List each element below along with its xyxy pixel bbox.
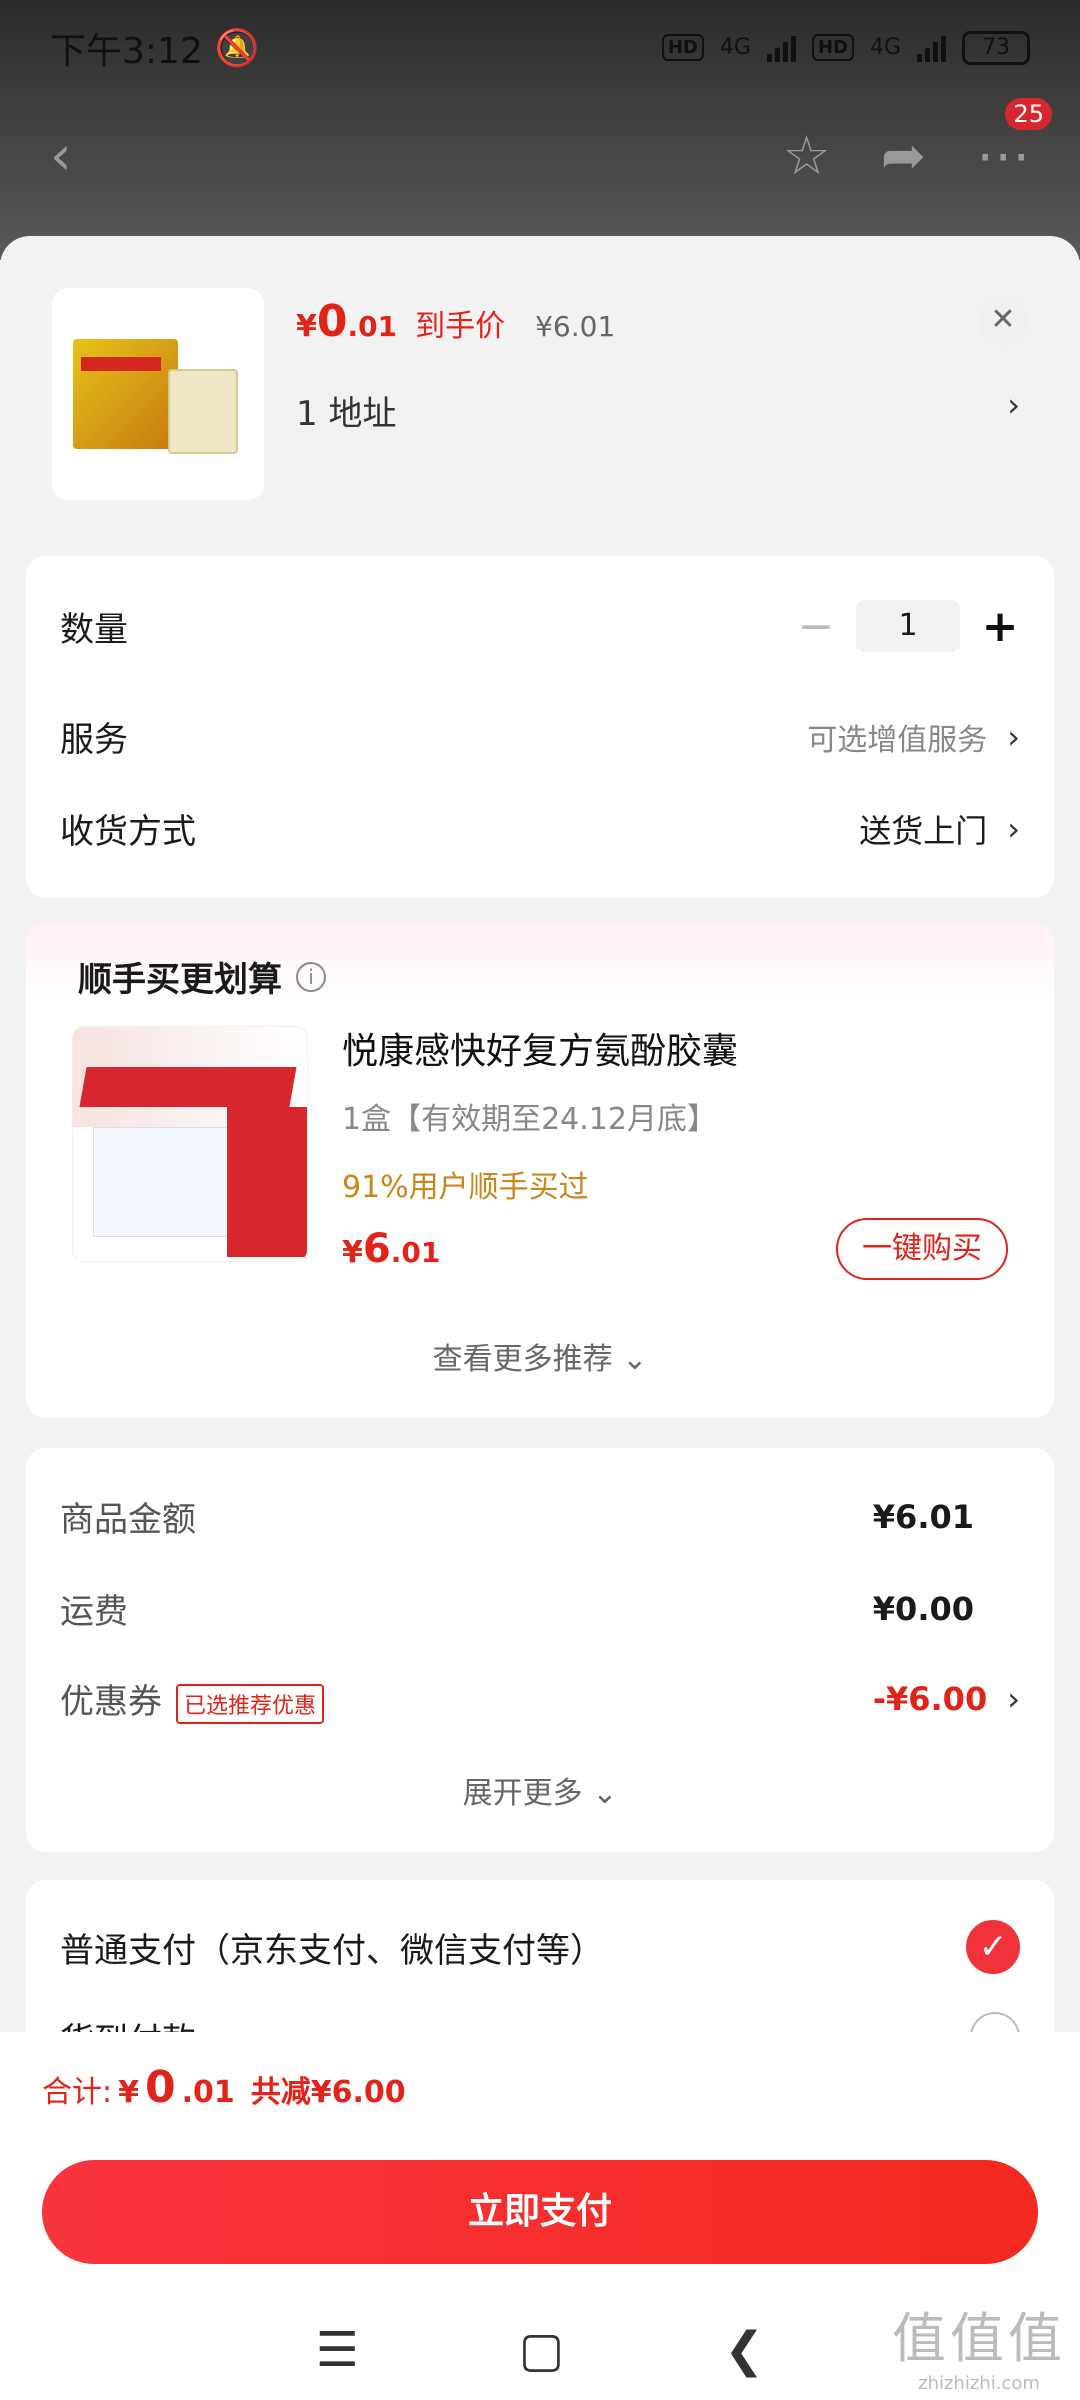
total-amount: 合计: ¥0.01 共减¥6.00 (42, 2062, 406, 2113)
shipping-label: 运费 (60, 1592, 128, 1632)
chevron-right-icon: › (1007, 386, 1020, 424)
shipping-row: 运费 ¥0.00 (60, 1584, 1020, 1633)
chevron-right-icon: › (1007, 1679, 1020, 1718)
goods-amount-label: 商品金额 (60, 1500, 196, 1540)
info-icon[interactable]: i (296, 961, 326, 992)
address-text: 1 地址 (296, 394, 397, 434)
back-arrow-icon: ‹ (50, 123, 72, 187)
watermark: 值值值 zhizhizhi.com (892, 2307, 1066, 2394)
service-value: 可选增值服务 › (807, 717, 1020, 758)
chevron-right-icon: › (1007, 809, 1020, 848)
shipping-value: ¥0.00 (872, 1589, 974, 1628)
goods-amount-row: 商品金额 ¥6.01 (60, 1492, 1020, 1541)
options-card: 数量 − 1 + 服务 可选增值服务 › 收货方式 送货上门 › (26, 556, 1054, 898)
network-type-label: 4G (719, 35, 751, 60)
coupon-tag: 已选推荐优惠 (176, 1683, 325, 1724)
more-recommendations-link[interactable]: 查看更多推荐 ⌄ (26, 1334, 1054, 1378)
service-row[interactable]: 服务 可选增值服务 › (60, 712, 1020, 761)
delivery-value: 送货上门 › (859, 809, 1020, 850)
final-price: ¥0.01 (296, 296, 398, 347)
quantity-input[interactable]: 1 (856, 600, 960, 652)
address-selector[interactable]: 1 地址 › (296, 386, 1020, 435)
decrease-button[interactable]: − (796, 601, 836, 652)
favorite-star-icon: ☆ (782, 123, 831, 187)
payment-option-normal-label: 普通支付（京东支付、微信支付等） (60, 1930, 604, 1971)
service-label: 服务 (60, 720, 128, 760)
chevron-right-icon: › (1007, 717, 1020, 756)
price-line: ¥0.01 到手价 ¥6.01 (296, 296, 615, 347)
status-time: 下午3:12 (50, 30, 203, 72)
recommended-product-spec: 1盒【有效期至24.12月底】 (342, 1102, 717, 1137)
back-icon[interactable]: ❮ (724, 2322, 764, 2378)
product-image (73, 329, 243, 459)
share-icon: ➦ (880, 123, 926, 187)
delivery-row[interactable]: 收货方式 送货上门 › (60, 804, 1020, 853)
quantity-stepper: − 1 + (796, 600, 1020, 652)
bottom-bar: 合计: ¥0.01 共减¥6.00 立即支付 ☰ ▢ ❮ 值值值 zhizhiz… (0, 2032, 1080, 2400)
payment-option-normal[interactable]: 普通支付（京东支付、微信支付等） ✓ (60, 1920, 1020, 1974)
product-header: ¥0.01 到手价 ¥6.01 1 地址 › ✕ (0, 236, 1080, 556)
quantity-row: 数量 − 1 + (60, 600, 1020, 652)
signal-icon (766, 34, 796, 62)
coupon-value: -¥6.00 › (872, 1679, 1020, 1718)
mute-bell-icon: 🔕 (214, 27, 260, 69)
signal-icon-2 (917, 34, 946, 62)
recommendation-card: 顺手买更划算 i 悦康感快好复方氨酚胶囊 1盒【有效期至24.12月底】 91%… (26, 922, 1054, 1418)
original-price: ¥6.01 (535, 310, 616, 343)
quantity-label: 数量 (60, 609, 128, 650)
coupon-row[interactable]: 优惠券 已选推荐优惠 -¥6.00 › (60, 1674, 1020, 1724)
home-icon[interactable]: ▢ (519, 2322, 564, 2378)
recommended-product-image[interactable] (72, 1026, 308, 1262)
more-dots-icon: ⋯ (976, 123, 1030, 187)
checkmark-icon[interactable]: ✓ (966, 1920, 1020, 1974)
recommendation-title: 顺手买更划算 i (78, 952, 326, 1001)
one-click-buy-button[interactable]: 一键购买 (836, 1218, 1008, 1280)
increase-button[interactable]: + (980, 601, 1020, 652)
background-nav: ‹ ☆ ➦ ⋯ 25 (0, 97, 1080, 195)
recommended-product-name[interactable]: 悦康感快好复方氨酚胶囊 (342, 1022, 738, 1074)
final-price-label: 到手价 (415, 309, 506, 344)
goods-amount-value: ¥6.01 (872, 1497, 974, 1536)
total-saved: 共减¥6.00 (250, 2075, 406, 2110)
battery-icon: 73 (962, 30, 1030, 65)
coupon-label: 优惠券 已选推荐优惠 (60, 1674, 325, 1724)
expand-more-link[interactable]: 展开更多 ⌄ (26, 1768, 1054, 1812)
message-badge: 25 (1005, 97, 1052, 130)
network-type-label-2: 4G (869, 35, 901, 60)
product-thumbnail (52, 288, 264, 500)
pay-now-button[interactable]: 立即支付 (42, 2160, 1038, 2264)
recommended-product-tip: 91%用户顺手买过 (342, 1170, 589, 1205)
delivery-label: 收货方式 (60, 812, 196, 852)
status-bar: 下午3:12 🔕 HD 4G HD 4G 73 (0, 0, 1080, 95)
hd-icon: HD (661, 34, 704, 61)
close-button[interactable]: ✕ (978, 296, 1028, 346)
menu-icon[interactable]: ☰ (316, 2322, 359, 2378)
price-summary-card: 商品金额 ¥6.01 运费 ¥0.00 优惠券 已选推荐优惠 -¥6.00 › 展开… (26, 1448, 1054, 1852)
recommended-product-price: ¥6.01 (342, 1226, 441, 1272)
hd-icon-2: HD (811, 34, 854, 61)
